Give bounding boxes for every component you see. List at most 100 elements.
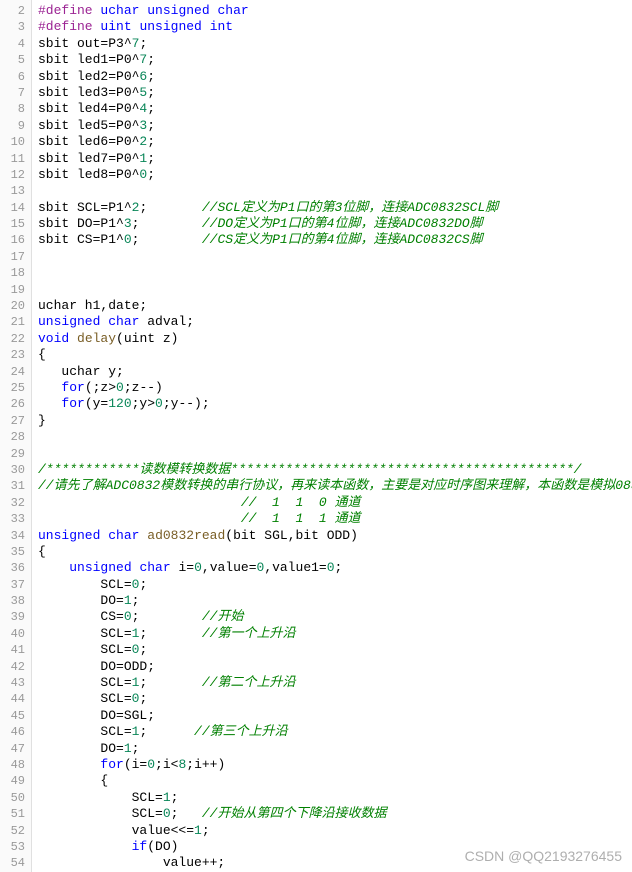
token: (bit SGL,bit ODD): [225, 528, 358, 543]
code-line[interactable]: for(;z>0;z--): [38, 380, 632, 396]
token: sbit out=P3^: [38, 36, 132, 51]
token: unsigned: [38, 314, 100, 329]
line-number: 39: [0, 609, 31, 625]
token: void: [38, 331, 69, 346]
token: ;: [132, 609, 202, 624]
code-line[interactable]: SCL=1; //第三个上升沿: [38, 724, 632, 740]
token: unsigned: [69, 560, 131, 575]
token: unsigned: [139, 19, 201, 34]
line-number: 17: [0, 249, 31, 265]
token: if: [132, 839, 148, 854]
code-line[interactable]: {: [38, 773, 632, 789]
line-number: 26: [0, 396, 31, 412]
code-line[interactable]: SCL=1; //第一个上升沿: [38, 626, 632, 642]
code-line[interactable]: void delay(uint z): [38, 331, 632, 347]
token: value++;: [38, 855, 225, 870]
code-line[interactable]: value<<=1;: [38, 823, 632, 839]
code-line[interactable]: {: [38, 544, 632, 560]
code-line[interactable]: [38, 446, 632, 462]
code-line[interactable]: DO=SGL;: [38, 708, 632, 724]
token: //开始从第四个下降沿接收数据: [202, 806, 387, 821]
line-number: 54: [0, 855, 31, 871]
token: // 1 1 1 通道: [38, 511, 360, 526]
token: ;: [147, 118, 155, 133]
code-line[interactable]: sbit led8=P0^0;: [38, 167, 632, 183]
code-area[interactable]: #define uchar unsigned char#define uint …: [32, 0, 632, 872]
token: (;z>: [85, 380, 116, 395]
token: //SCL定义为P1口的第3位脚，连接ADC0832SCL脚: [202, 200, 498, 215]
token: uchar y;: [38, 364, 124, 379]
token: ;: [147, 151, 155, 166]
token: for: [61, 396, 84, 411]
code-line[interactable]: DO=1;: [38, 593, 632, 609]
code-line[interactable]: #define uchar unsigned char: [38, 3, 632, 19]
code-line[interactable]: SCL=1; //第二个上升沿: [38, 675, 632, 691]
token: SCL=: [38, 724, 132, 739]
code-line[interactable]: if(DO): [38, 839, 632, 855]
line-number: 7: [0, 85, 31, 101]
code-line[interactable]: [38, 265, 632, 281]
code-line[interactable]: SCL=0; //开始从第四个下降沿接收数据: [38, 806, 632, 822]
code-line[interactable]: [38, 249, 632, 265]
line-number: 23: [0, 347, 31, 363]
token: ;: [335, 560, 343, 575]
code-line[interactable]: uchar y;: [38, 364, 632, 380]
token: 0: [124, 232, 132, 247]
token: SCL=: [38, 626, 132, 641]
code-line[interactable]: SCL=1;: [38, 790, 632, 806]
code-line[interactable]: // 1 1 1 通道: [38, 511, 632, 527]
code-line[interactable]: sbit led1=P0^7;: [38, 52, 632, 68]
line-number: 46: [0, 724, 31, 740]
line-number: 30: [0, 462, 31, 478]
code-line[interactable]: sbit DO=P1^3; //DO定义为P1口的第4位脚，连接ADC0832D…: [38, 216, 632, 232]
token: unsigned: [147, 3, 209, 18]
code-line[interactable]: sbit led5=P0^3;: [38, 118, 632, 134]
code-line[interactable]: sbit out=P3^7;: [38, 36, 632, 52]
code-line[interactable]: sbit led4=P0^4;: [38, 101, 632, 117]
token: uchar: [100, 3, 139, 18]
line-number: 31: [0, 478, 31, 494]
code-line[interactable]: sbit led6=P0^2;: [38, 134, 632, 150]
code-line[interactable]: //请先了解ADC0832模数转换的串行协议，再来读本函数，主要是对应时序图来理…: [38, 478, 632, 494]
code-line[interactable]: uchar h1,date;: [38, 298, 632, 314]
code-line[interactable]: unsigned char ad0832read(bit SGL,bit ODD…: [38, 528, 632, 544]
code-line[interactable]: [38, 183, 632, 199]
code-line[interactable]: sbit led7=P0^1;: [38, 151, 632, 167]
line-number: 8: [0, 101, 31, 117]
token: sbit led6=P0^: [38, 134, 139, 149]
token: char: [217, 3, 248, 18]
code-line[interactable]: [38, 429, 632, 445]
code-line[interactable]: sbit CS=P1^0; //CS定义为P1口的第4位脚，连接ADC0832C…: [38, 232, 632, 248]
token: 0: [327, 560, 335, 575]
token: i=: [171, 560, 194, 575]
line-number: 18: [0, 265, 31, 281]
token: ;z--): [124, 380, 163, 395]
code-line[interactable]: sbit led2=P0^6;: [38, 69, 632, 85]
code-line[interactable]: sbit led3=P0^5;: [38, 85, 632, 101]
code-line[interactable]: sbit SCL=P1^2; //SCL定义为P1口的第3位脚，连接ADC083…: [38, 200, 632, 216]
code-line[interactable]: value++;: [38, 855, 632, 871]
code-line[interactable]: CS=0; //开始: [38, 609, 632, 625]
code-line[interactable]: unsigned char adval;: [38, 314, 632, 330]
token: sbit DO=P1^: [38, 216, 124, 231]
code-line[interactable]: // 1 1 0 通道: [38, 495, 632, 511]
code-line[interactable]: [38, 282, 632, 298]
token: SCL=: [38, 790, 163, 805]
line-number: 49: [0, 773, 31, 789]
code-line[interactable]: unsigned char i=0,value=0,value1=0;: [38, 560, 632, 576]
code-line[interactable]: DO=1;: [38, 741, 632, 757]
code-line[interactable]: /************读数模转换数据********************…: [38, 462, 632, 478]
token: ;: [147, 167, 155, 182]
code-line[interactable]: #define uint unsigned int: [38, 19, 632, 35]
token: sbit led3=P0^: [38, 85, 139, 100]
code-line[interactable]: SCL=0;: [38, 691, 632, 707]
code-line[interactable]: SCL=0;: [38, 642, 632, 658]
code-line[interactable]: }: [38, 413, 632, 429]
code-line[interactable]: for(y=120;y>0;y--);: [38, 396, 632, 412]
code-line[interactable]: DO=ODD;: [38, 659, 632, 675]
code-line[interactable]: SCL=0;: [38, 577, 632, 593]
token: 0: [147, 757, 155, 772]
code-line[interactable]: for(i=0;i<8;i++): [38, 757, 632, 773]
code-line[interactable]: {: [38, 347, 632, 363]
token: ;: [139, 691, 147, 706]
